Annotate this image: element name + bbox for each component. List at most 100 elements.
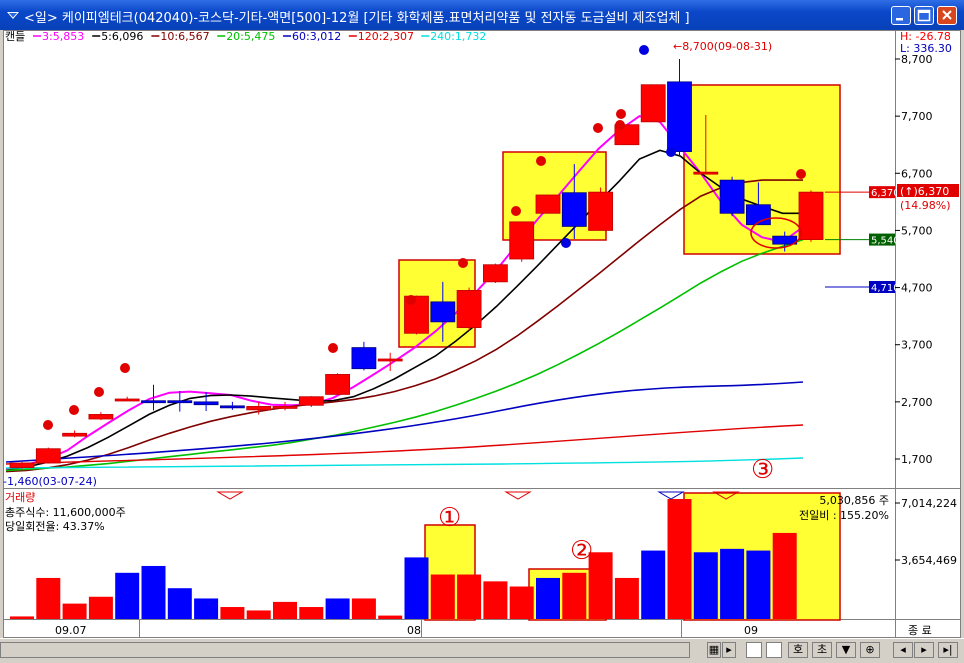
volume-bar (536, 577, 560, 619)
change-percent-label: (14.98%) (900, 199, 951, 212)
candle-body (62, 432, 87, 437)
checkbox-1[interactable] (746, 642, 762, 658)
candle-body (219, 405, 245, 409)
checkbox-2[interactable] (766, 642, 782, 658)
signal-marker (536, 156, 546, 166)
legend-item: 120:2,307 (358, 30, 414, 43)
volume-bar (772, 532, 797, 619)
candle-body (535, 194, 561, 214)
candle-body (798, 191, 824, 240)
maximize-icon (917, 9, 931, 22)
volume-bar (378, 615, 403, 619)
stock-chart-area[interactable]: 6,370 5,540 4,710 8,700 7,700 6,700 5,700 4,70… (3, 30, 961, 638)
price-tick-label: 1,700 (901, 453, 933, 466)
candle-body (482, 264, 508, 283)
total-shares-label: 총주식수: 11,600,000주 (5, 506, 126, 519)
candle-body (377, 358, 403, 362)
candle-body (88, 414, 114, 420)
candle-body (246, 406, 272, 411)
volume-bar (10, 616, 34, 619)
circle-marker-3: ③ (751, 455, 774, 485)
volume-bar (483, 581, 508, 619)
price-tick-label: 3,700 (901, 339, 933, 352)
next-button[interactable]: ▸ (914, 642, 934, 658)
volume-bar (194, 598, 219, 619)
maximize-button[interactable] (914, 6, 934, 25)
volume-bar (509, 586, 534, 619)
candle-body (35, 448, 61, 464)
price-tick-label: 2,700 (901, 396, 933, 409)
candle-body (561, 192, 587, 227)
volume-bar (746, 550, 771, 619)
candle-body (509, 221, 535, 260)
scroll-right-button[interactable]: ▸ (722, 642, 736, 658)
ref-label: 6,370 (871, 188, 900, 199)
candle-body (9, 462, 35, 468)
signal-marker (69, 405, 79, 415)
signal-marker (458, 258, 468, 268)
volume-bar (88, 596, 113, 619)
signal-marker (328, 343, 338, 353)
cho-button[interactable]: 초 (812, 642, 832, 658)
legend-candle-label: 캔들 (5, 30, 25, 43)
volume-bar (115, 572, 140, 619)
signal-marker (43, 420, 53, 430)
low-change-label: L: 336.30 (900, 42, 952, 55)
signal-marker (639, 45, 649, 55)
legend-item: 3:5,853 (42, 30, 84, 43)
date-label-08: 08 (407, 624, 421, 637)
volume-bar (430, 574, 455, 619)
volume-bar (351, 598, 376, 619)
candlestick-chart[interactable]: 6,3705,5404,710 8,7007,7006,7005,7004,70… (3, 30, 961, 638)
volume-bar (404, 557, 429, 619)
candle-body (193, 401, 219, 406)
volume-tick-label: 7,014,224 (901, 497, 957, 510)
price-tick-label: 7,700 (901, 110, 933, 123)
filter-button[interactable]: ▼ (836, 642, 856, 658)
volume-bar (667, 499, 692, 619)
volume-bar (325, 598, 350, 619)
volume-bar (641, 550, 666, 619)
signal-marker (406, 295, 416, 305)
volume-bar (62, 603, 87, 619)
expand-button[interactable]: ⊕ (860, 642, 880, 658)
price-tick-label: 5,700 (901, 224, 933, 237)
legend-item: 5:6,096 (101, 30, 143, 43)
legend-item: 20:5,475 (226, 30, 275, 43)
candle-body (640, 84, 666, 123)
volume-bar (220, 607, 245, 619)
price-tick-label: 4,700 (901, 282, 933, 295)
high-annotation: ←8,700(09-08-31) (673, 40, 772, 53)
candle-body (272, 406, 298, 409)
signal-marker (615, 120, 625, 130)
date-label-0907: 09.07 (55, 624, 87, 637)
candle-body (430, 301, 456, 323)
volume-bar (141, 565, 166, 619)
signal-marker (94, 387, 104, 397)
minimize-button[interactable] (891, 6, 911, 25)
ho-button[interactable]: 호 (788, 642, 808, 658)
last-button[interactable]: ▸| (938, 642, 958, 658)
circle-marker-1: ① (438, 503, 461, 533)
price-tick-label: 6,700 (901, 167, 933, 180)
candle-body (693, 171, 719, 175)
prev-ratio-label: 전일비 : 155.20% (799, 508, 889, 522)
volume-bar (167, 588, 192, 619)
ref-label: 4,710 (871, 283, 900, 294)
close-button[interactable] (937, 6, 957, 25)
end-button-label[interactable]: 종 료 (908, 624, 932, 637)
volume-bar (273, 601, 297, 619)
volume-bar (562, 572, 587, 619)
title-bar[interactable]: <일> 케이피엠테크(042040)-코스닥-기타-액면[500]-12월 [기… (0, 0, 964, 30)
prev-button[interactable]: ◂ (893, 642, 913, 658)
app-window: <일> 케이피엠테크(042040)-코스닥-기타-액면[500]-12월 [기… (0, 0, 964, 663)
candle-body (456, 290, 482, 328)
volume-bar (720, 548, 745, 619)
candle-body (298, 396, 324, 406)
app-icon (7, 12, 19, 19)
signal-marker (796, 169, 806, 179)
low-annotation: -1,460(03-07-24) (3, 475, 97, 488)
signal-marker (593, 123, 603, 133)
horizontal-scrollbar[interactable] (0, 642, 690, 658)
pattern-button[interactable]: ▦ (707, 642, 721, 658)
